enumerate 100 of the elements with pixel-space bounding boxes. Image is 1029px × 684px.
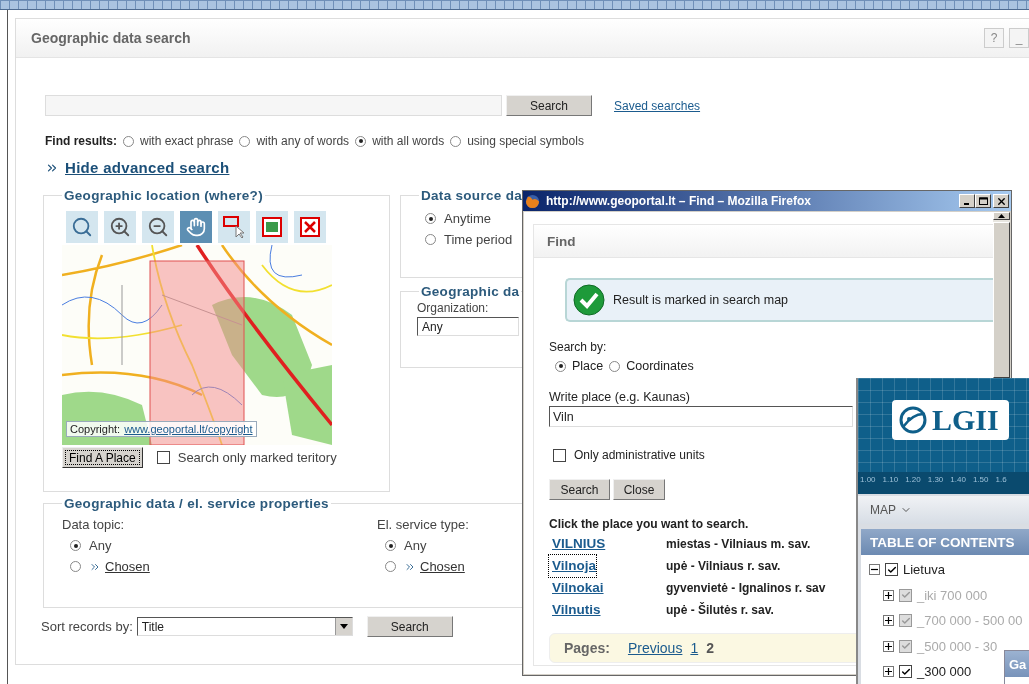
sort-label: Sort records by: [41, 619, 133, 634]
map-tool-button[interactable] [294, 211, 326, 243]
copyright-label: Copyright: [70, 423, 121, 435]
map-tool-button[interactable] [142, 211, 174, 243]
scale-label: 1.10 [882, 475, 899, 484]
place-label: Write place (e.g. Kaunas) [549, 390, 691, 404]
place-link[interactable]: VILNIUS [549, 533, 606, 555]
hand-icon [186, 217, 206, 237]
option-label: with exact phrase [140, 134, 234, 148]
search-field[interactable] [45, 95, 502, 116]
radio-button[interactable] [123, 135, 134, 147]
scroll-up-button[interactable] [993, 212, 1010, 220]
find-place-button[interactable]: Find A Place [62, 447, 143, 468]
radio-button[interactable] [239, 135, 251, 147]
layer-label: Lietuva [903, 562, 945, 578]
expand-icon[interactable] [883, 666, 894, 678]
browser-logo-icon [525, 193, 540, 209]
hide-advanced-link[interactable]: Hide advanced search [65, 159, 230, 176]
scrollbar[interactable] [993, 212, 1010, 378]
place-info: upė - Vilniaus r. sav. [666, 558, 781, 575]
close-button[interactable] [993, 194, 1009, 208]
map-menu-button[interactable]: MAP [858, 496, 1029, 524]
checkbox[interactable] [553, 448, 566, 462]
message-text: Result is marked in search map [613, 293, 789, 307]
radio-button[interactable] [355, 135, 367, 147]
pages-label: Pages: [564, 640, 610, 656]
search-button[interactable]: Search [506, 95, 592, 116]
dropdown-arrow-icon [339, 624, 348, 629]
fieldset-title: Geographic da [420, 284, 521, 299]
checkbox[interactable] [156, 451, 170, 464]
layer-label: _iki 700 000 [917, 587, 988, 603]
option-label: Time period [444, 232, 513, 247]
results-heading: Click the place you want to search. [549, 517, 750, 531]
scale-label: 1.00 [860, 475, 876, 484]
dialog-button[interactable]: Search [549, 479, 610, 500]
radio-button[interactable] [555, 360, 566, 372]
place-link[interactable]: Vilnokai [549, 577, 604, 599]
close-icon [995, 195, 1007, 207]
window-title: http://www.geoportal.lt – Find – Mozilla Firefox [546, 194, 811, 208]
radio-button[interactable] [70, 561, 81, 572]
find-results-label: Find results: [45, 134, 117, 148]
chosen-link[interactable]: Chosen [105, 559, 150, 574]
radio-button[interactable] [450, 135, 462, 147]
checkbox[interactable] [899, 665, 912, 679]
option-label: using special symbols [467, 134, 584, 148]
radio-button[interactable] [385, 540, 396, 551]
option-label: Any [89, 538, 112, 553]
toc-title: TABLE OF CONTENTS [870, 534, 1015, 550]
scale-label: 1.6 [995, 475, 1007, 484]
globe-logo-icon [898, 405, 928, 435]
sort-select[interactable]: Title [136, 617, 353, 636]
map-tool-button[interactable] [180, 211, 212, 243]
minimize-button[interactable] [959, 194, 975, 208]
arrow-up-icon [998, 213, 1005, 218]
search-icon [71, 216, 93, 238]
close-icon [300, 217, 320, 237]
map-tool-button[interactable] [66, 211, 98, 243]
saved-searches-link[interactable]: Saved searches [614, 98, 701, 113]
current-page: 2 [706, 640, 714, 656]
radio-button[interactable] [609, 360, 621, 372]
group-label: Data topic: [62, 517, 125, 532]
radio-button[interactable] [425, 213, 436, 224]
radio-button[interactable] [425, 234, 436, 245]
option-label: Any [404, 538, 427, 553]
place-link[interactable]: Vilnutis [549, 599, 601, 621]
window-title: Ga [1009, 656, 1027, 672]
option-label: Anytime [444, 211, 491, 226]
page-link[interactable]: 1 [690, 640, 699, 656]
map-tool-button[interactable] [256, 211, 288, 243]
zoom-in-icon [109, 216, 131, 238]
organization-select[interactable]: Any [417, 317, 519, 336]
place-input[interactable]: Viln [549, 406, 853, 427]
fieldset-title: Data source da [420, 188, 523, 203]
check-circle-icon [573, 284, 605, 316]
maximize-button[interactable] [975, 194, 991, 208]
place-link[interactable]: Vilnoja [549, 555, 596, 577]
option-label: Coordinates [626, 359, 694, 373]
collapse-icon[interactable] [869, 564, 880, 576]
search-button[interactable]: Search [366, 616, 453, 637]
layer-label: _500 000 - 30 [917, 638, 998, 654]
scale-label: 1.40 [950, 475, 966, 484]
option-label: Place [572, 359, 604, 373]
checkbox-label: Only administrative units [574, 448, 705, 462]
scale-label: 1.30 [927, 475, 944, 484]
copyright-link[interactable]: www.geoportal.lt/copyright [124, 423, 253, 435]
map-tool-button[interactable] [104, 211, 136, 243]
dialog-button[interactable]: Close [613, 479, 665, 500]
layer-label: _700 000 - 500 00 [917, 613, 1023, 629]
page-link[interactable]: Previous [627, 640, 683, 656]
checkbox[interactable] [885, 563, 898, 577]
logo-text: LGII [932, 403, 999, 437]
group-label: El. service type: [377, 517, 469, 532]
panel-title: Geographic data search [31, 30, 191, 46]
find-title: Find [547, 233, 576, 249]
search-by-label: Search by: [549, 340, 608, 354]
radio-button[interactable] [385, 561, 396, 572]
chosen-link[interactable]: Chosen [420, 559, 465, 574]
scale-label: 1.20 [905, 475, 921, 484]
map-tool-button[interactable] [218, 211, 250, 243]
radio-button[interactable] [70, 540, 81, 551]
